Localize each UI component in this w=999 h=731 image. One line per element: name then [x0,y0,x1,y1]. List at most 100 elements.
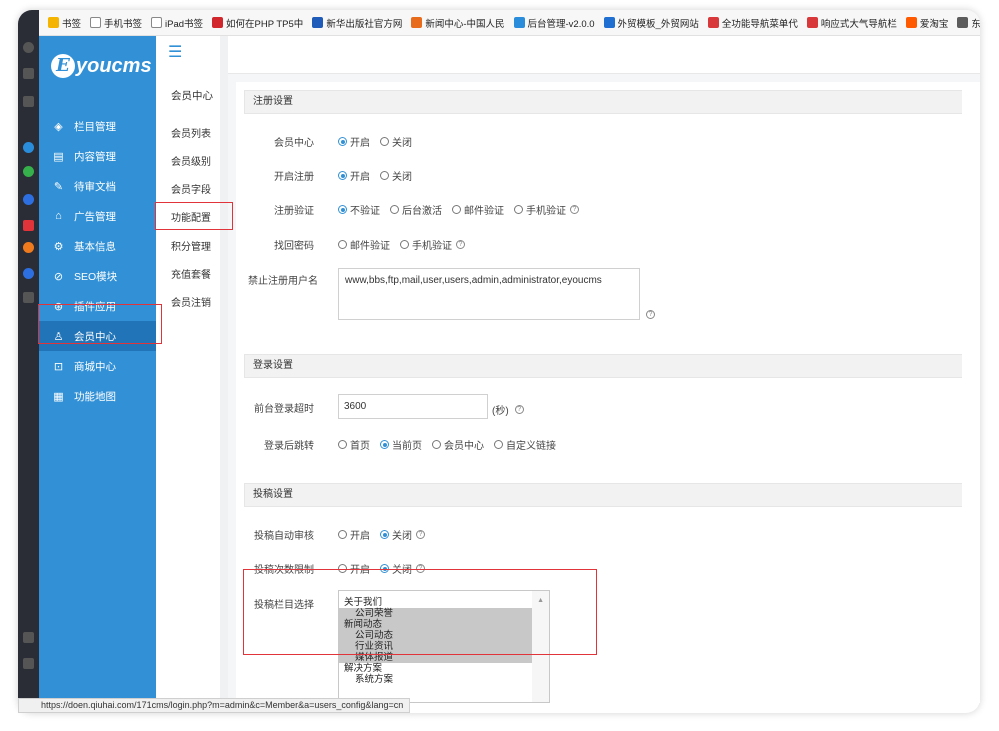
radio-option[interactable]: 后台激活 [390,202,442,217]
radio-option[interactable]: 邮件验证 [338,237,390,252]
bookmark-label: 书签 [62,18,82,30]
listbox-scrollbar[interactable]: ▲ [532,591,549,702]
bookmark-item[interactable]: 手机书签 [90,16,142,30]
doc-icon[interactable] [23,96,34,107]
radio-option[interactable]: 关闭 [380,134,412,149]
nav-pending[interactable]: ✎ 待审文档 [39,171,156,201]
subnav-item[interactable]: 会员列表 [171,125,211,140]
label-banned-names: 禁止注册用户名 [248,276,318,287]
radio-option[interactable]: 不验证 [338,202,380,217]
radio-option[interactable]: 首页 [338,437,370,452]
subnav-item[interactable]: 会员字段 [171,181,211,196]
radio-label: 不验证 [350,206,380,217]
nav-ads[interactable]: ⌂ 广告管理 [39,201,156,231]
drive-icon[interactable] [23,166,34,177]
label-login-redirect: 登录后跳转 [264,441,314,452]
bookmark-item[interactable]: 书签 [48,16,81,30]
listbox-option[interactable]: 公司动态 [339,630,532,641]
weibo-icon[interactable] [23,242,34,253]
section-submit: 投稿设置 [244,483,962,507]
submit-columns-listbox[interactable]: 关于我们 公司荣誉 新闻动态 公司动态 行业资讯 媒体报道 解决方案 系统方案 ▲ [338,590,550,703]
radio-label: 开启 [350,565,370,576]
subnav-item[interactable]: 积分管理 [171,238,211,253]
screen-icon[interactable] [23,632,34,643]
radio-option[interactable]: 开启 [338,168,370,183]
find-password-options: 邮件验证 手机验证? [338,237,465,252]
banned-names-textarea[interactable] [338,268,640,320]
radio-option[interactable]: 手机验证 [514,202,566,217]
listbox-option[interactable]: 解决方案 [339,663,549,674]
help-icon[interactable]: ? [416,530,425,539]
radio-label: 会员中心 [444,441,484,452]
radio-option[interactable]: 开启 [338,527,370,542]
bookmark-item[interactable]: iPad书签 [151,16,203,30]
radio-option[interactable]: 手机验证 [400,237,452,252]
help-icon[interactable]: ? [456,240,465,249]
bookmark-item[interactable]: 全功能导航菜单代 [707,16,798,30]
add-icon[interactable] [23,292,34,303]
listbox-option[interactable]: 媒体报道 [339,652,532,663]
radio-label: 手机验证 [526,206,566,217]
nav-info[interactable]: ⚙ 基本信息 [39,231,156,261]
radio-option[interactable]: 邮件验证 [452,202,504,217]
subnav-item[interactable]: 会员级别 [171,153,211,168]
listbox-option[interactable]: 系统方案 [339,674,549,685]
menu-toggle-icon[interactable]: ☰ [168,45,182,61]
help-icon[interactable]: ? [514,405,524,414]
radio-label: 开启 [350,531,370,542]
radio-option[interactable]: 会员中心 [432,437,484,452]
bookmark-item[interactable]: 新华出版社官方网 [312,16,402,30]
info-icon: ⚙ [53,240,64,253]
scroll-up-icon[interactable]: ▲ [537,597,544,604]
clock-icon[interactable] [23,268,34,279]
nav-members[interactable]: ♙ 会员中心 [39,321,156,351]
login-timeout-input[interactable] [338,394,488,419]
logo[interactable]: E youcms [51,54,152,78]
listbox-option[interactable]: 公司荣誉 [339,608,532,619]
nav-shop[interactable]: ⊡ 商城中心 [39,351,156,381]
radio-circle [338,137,347,146]
radio-option[interactable]: 自定义链接 [494,437,556,452]
bookmark-item[interactable]: 如何在PHP TP5中 [212,16,303,30]
radio-option[interactable]: 关闭 [380,168,412,183]
help-icon[interactable]: ? [570,205,579,214]
nav-seo[interactable]: ⊘ SEO模块 [39,261,156,291]
radio-option[interactable]: 开启 [338,134,370,149]
label-submit-columns: 投稿栏目选择 [254,600,314,611]
subnav-item[interactable]: 功能配置 [171,209,211,224]
help-icon[interactable]: ? [646,310,655,319]
search-engine-icon[interactable] [23,142,34,153]
news-icon[interactable] [23,220,34,231]
radio-circle [338,440,347,449]
radio-option[interactable]: 关闭 [380,561,412,576]
nav-content[interactable]: ▤ 内容管理 [39,141,156,171]
bookmark-item[interactable]: 爱淘宝 [905,16,948,30]
subnav-item[interactable]: 充值套餐 [171,266,211,281]
briefcase-icon[interactable] [23,658,34,669]
nav-label: 基本信息 [74,240,116,253]
section-register: 注册设置 [244,90,962,114]
nav-plugins[interactable]: ⊛ 插件应用 [39,291,156,321]
bookmark-icon [90,17,102,28]
radio-label: 后台激活 [402,206,442,217]
bookmark-label: 响应式大气导航栏 [820,18,897,30]
radio-label: 自定义链接 [506,441,556,452]
bookmark-item[interactable]: 响应式大气导航栏 [806,16,897,30]
listbox-option[interactable]: 关于我们 [339,597,549,608]
bookmark-item[interactable]: 新闻中心-中国人民 [411,16,505,30]
help-icon[interactable]: ? [416,564,425,573]
paw-icon[interactable] [23,194,34,205]
radio-option[interactable]: 开启 [338,561,370,576]
star-icon[interactable] [23,42,34,53]
bookmark-item[interactable]: 后台管理-v2.0.0 [513,16,595,30]
radio-option[interactable]: 关闭 [380,527,412,542]
nav-map[interactable]: ▦ 功能地图 [39,381,156,411]
nav-column[interactable]: ◈ 栏目管理 [39,111,156,141]
listbox-option[interactable]: 行业资讯 [339,641,532,652]
listbox-option[interactable]: 新闻动态 [339,619,532,630]
radio-option[interactable]: 当前页 [380,437,422,452]
bookmark-item[interactable]: 东 [957,16,980,30]
mail-icon[interactable] [23,68,34,79]
bookmark-item[interactable]: 外贸模板_外贸网站 [603,16,699,30]
subnav-item[interactable]: 会员注销 [171,294,211,309]
